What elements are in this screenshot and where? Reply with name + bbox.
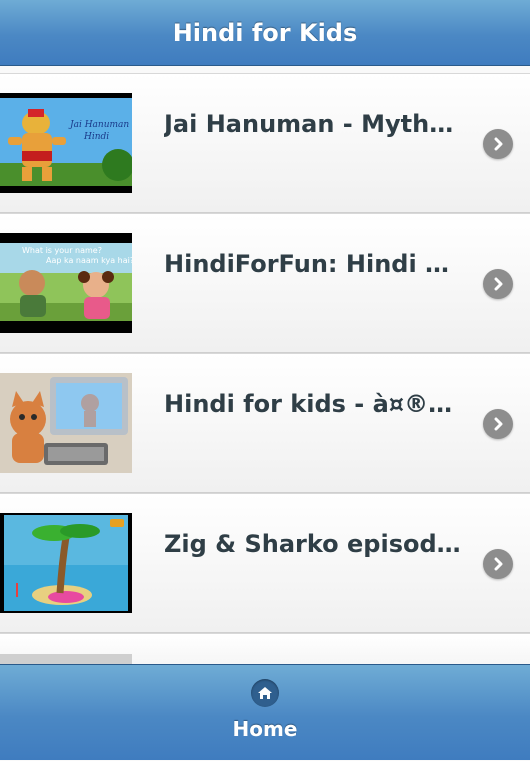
home-button[interactable]: Home — [205, 665, 325, 761]
video-title: Zig & Sharko episode... — [164, 530, 464, 558]
list-item[interactable]: Zig & Sharko episode... — [0, 493, 530, 633]
footer-navbar: Home — [0, 664, 530, 760]
chevron-right-icon — [483, 269, 513, 299]
list-item[interactable]: Hindi for kids - à¤®à... — [0, 353, 530, 493]
chevron-right-icon — [483, 409, 513, 439]
svg-text:Hindi: Hindi — [83, 132, 109, 142]
video-thumbnail: Jai Hanuman Hindi — [0, 93, 132, 193]
video-thumbnail — [0, 373, 132, 473]
video-title: Hindi for kids - à¤®à... — [164, 390, 464, 418]
video-thumbnail — [0, 513, 132, 613]
list-item[interactable]: Jai Hanuman Hindi Jai Hanuman - Mytho... — [0, 73, 530, 213]
list-item[interactable]: What is your name? Aap ka naam kya hai? … — [0, 213, 530, 353]
home-label: Home — [232, 717, 298, 741]
chevron-right-icon — [483, 129, 513, 159]
home-icon — [251, 679, 279, 707]
video-list: Jai Hanuman Hindi Jai Hanuman - Mytho...… — [0, 73, 530, 633]
video-title: HindiForFun: Hindi D... — [164, 250, 464, 278]
header-bar: Hindi for Kids — [0, 0, 530, 66]
video-title: Jai Hanuman - Mytho... — [164, 110, 464, 138]
chevron-right-icon — [483, 549, 513, 579]
thumb-caption-hindi: Aap ka naam kya hai? — [46, 256, 132, 265]
thumb-caption: What is your name? — [22, 246, 102, 255]
video-thumbnail: What is your name? Aap ka naam kya hai? — [0, 233, 132, 333]
page-title: Hindi for Kids — [172, 18, 358, 47]
svg-text:Jai Hanuman: Jai Hanuman — [68, 120, 129, 130]
